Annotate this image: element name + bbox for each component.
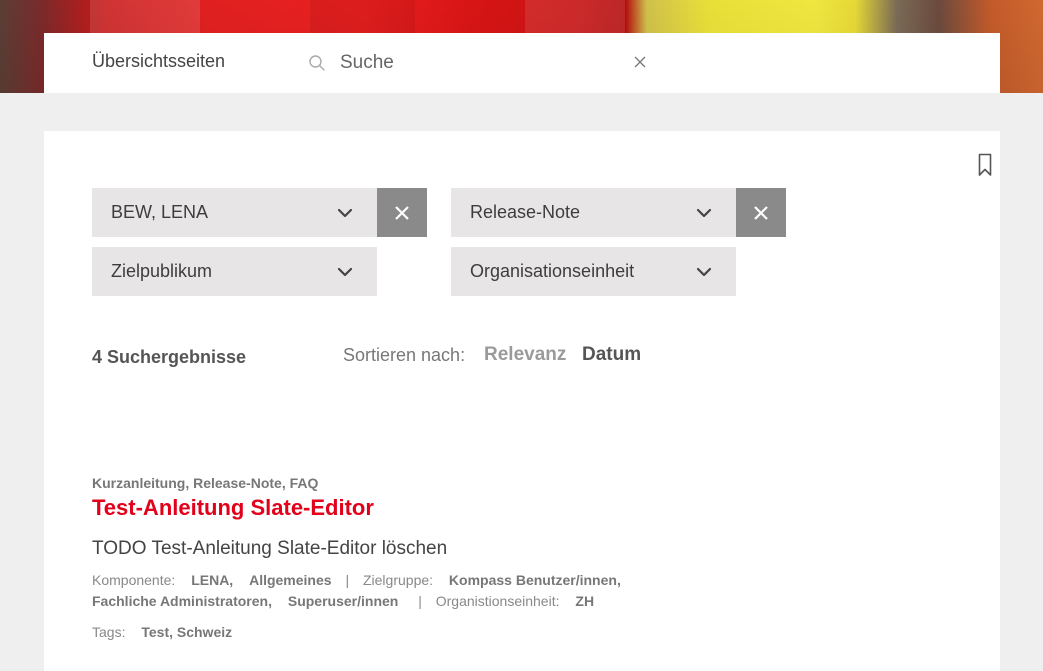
- target-label: Zielgruppe:: [362, 572, 434, 588]
- filter-audience-dropdown[interactable]: Zielpublikum: [92, 247, 377, 296]
- component-label: Komponente:: [92, 572, 176, 588]
- close-icon: [395, 205, 409, 220]
- org-value: ZH: [575, 593, 595, 609]
- target-value: Kompass Benutzer/innen,: [448, 572, 621, 588]
- target-value: Superuser/innen: [287, 593, 399, 609]
- result-meta-line: Fachliche Administratoren, Superuser/inn…: [92, 591, 952, 612]
- target-value: Fachliche Administratoren,: [92, 593, 272, 609]
- result-meta-line: Komponente: LENA, Allgemeines | Zielgrup…: [92, 570, 952, 591]
- result-title-link[interactable]: Test-Anleitung Slate-Editor: [92, 495, 374, 521]
- results-count: 4 Suchergebnisse: [92, 347, 247, 367]
- close-icon[interactable]: [632, 54, 648, 70]
- filter-organisation-dropdown[interactable]: Organisationseinheit: [451, 247, 736, 296]
- meta-separator: |: [418, 593, 422, 609]
- filter-type-dropdown[interactable]: Release-Note: [451, 188, 736, 237]
- chevron-down-icon: [337, 267, 353, 276]
- sort-date-option[interactable]: Datum: [582, 344, 641, 366]
- result-types: Kurzanleitung, Release-Note, FAQ: [92, 475, 319, 491]
- sort-relevance-option[interactable]: Relevanz: [484, 344, 566, 366]
- chevron-down-icon: [337, 208, 353, 217]
- tags-label: Tags:: [92, 624, 126, 640]
- component-value: Allgemeines: [249, 572, 332, 588]
- bookmark-icon[interactable]: [978, 153, 992, 177]
- org-label: Organistionseinheit:: [435, 593, 560, 609]
- component-value: LENA,: [191, 572, 234, 588]
- close-icon: [754, 205, 768, 220]
- filter-component-dropdown[interactable]: BEW, LENA: [92, 188, 377, 237]
- chevron-down-icon: [696, 208, 712, 217]
- search-results-card: BEW, LENA Release-Note Zielpublikum Orga…: [44, 131, 1000, 671]
- filter-label: Release-Note: [470, 202, 581, 222]
- filter-label: BEW, LENA: [111, 202, 209, 222]
- result-description: TODO Test-Anleitung Slate-Editor löschen: [92, 538, 448, 559]
- filter-label: Zielpublikum: [111, 261, 213, 281]
- clear-component-filter-button[interactable]: [377, 188, 427, 237]
- result-tags-line: Tags: Test, Schweiz: [92, 622, 952, 643]
- clear-type-filter-button[interactable]: [736, 188, 786, 237]
- sort-label: Sortieren nach:: [343, 345, 466, 365]
- list-item: Kurzanleitung, Release-Note, FAQ Test-An…: [92, 475, 952, 643]
- filter-label: Organisationseinheit: [470, 261, 635, 281]
- search-input[interactable]: [334, 48, 624, 78]
- top-navigation-bar: Übersichtsseiten: [44, 33, 1000, 93]
- meta-separator: |: [345, 572, 350, 588]
- search-icon: [309, 55, 325, 71]
- tags-value: Test, Schweiz: [141, 624, 233, 640]
- chevron-down-icon: [696, 267, 712, 276]
- overview-pages-link[interactable]: Übersichtsseiten: [92, 51, 225, 72]
